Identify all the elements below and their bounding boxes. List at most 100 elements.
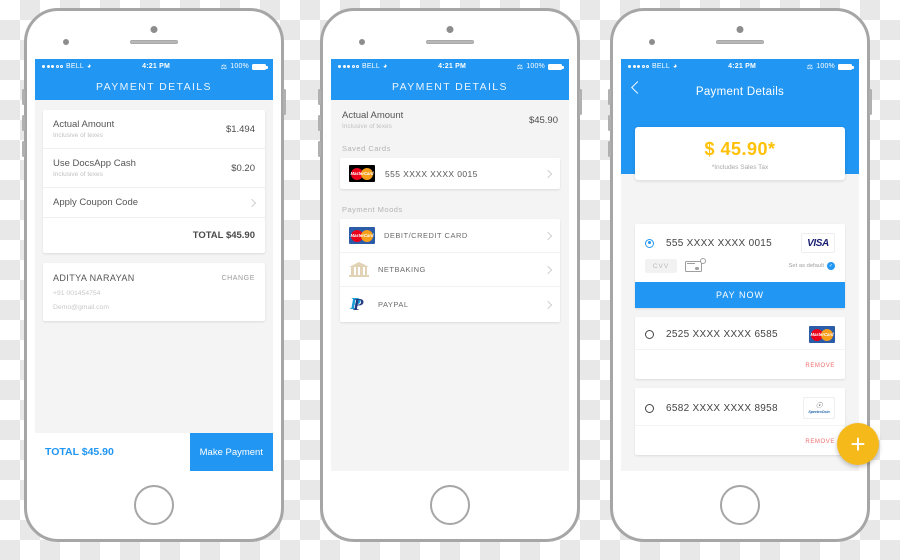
mute-switch[interactable] xyxy=(318,141,321,157)
card-option-mastercard[interactable]: 2525 XXXX XXXX 6585 MasterCard REMOVE xyxy=(635,317,845,379)
carrier-label: BELL xyxy=(652,63,670,70)
cards-list: 555 XXXX XXXX 0015 VISA CVV Set as defau… xyxy=(635,224,845,464)
mute-switch[interactable] xyxy=(22,141,25,157)
amount-summary-card: $ 45.90* *Includes Sales Tax xyxy=(635,127,845,180)
check-icon: ✓ xyxy=(827,262,835,270)
radio-unselected-icon[interactable] xyxy=(645,330,654,339)
canvas: BELL ◕ 4:21 PM ⚖ 100% PAYMENT DETAILS Ac… xyxy=(0,0,900,560)
card-option-spectrocoin[interactable]: 6582 XXXX XXXX 8958 ☉ SpectroCoin REMOVE xyxy=(635,388,845,455)
user-info-card: ADITYA NARAYAN CHANGE +91 001454754 Demo… xyxy=(43,263,265,321)
summary-sublabel: Inclusive of texes xyxy=(53,132,103,139)
summary-label: Use DocsApp Cash xyxy=(53,158,136,169)
change-user-button[interactable]: CHANGE xyxy=(221,275,255,282)
card-help-icon[interactable] xyxy=(685,257,706,273)
remove-card-button[interactable]: REMOVE xyxy=(805,363,835,369)
home-button[interactable] xyxy=(430,485,470,525)
volume-down-button[interactable] xyxy=(318,115,321,131)
pay-now-button[interactable]: PAY NOW xyxy=(635,282,845,308)
signal-strength-icon xyxy=(338,65,359,68)
remove-card-button[interactable]: REMOVE xyxy=(805,439,835,445)
payment-moods-heading: Payment Moods xyxy=(342,205,403,214)
payment-mood-debit-credit-card[interactable]: MasterCard DEBIT/CREDIT CARD xyxy=(340,219,560,253)
total-amount: $ 45.90* xyxy=(704,139,776,159)
status-bar-1: BELL ◕ 4:21 PM ⚖ 100% xyxy=(35,59,273,74)
saved-card-row[interactable]: MasterCard 555 XXXX XXXX 0015 xyxy=(340,158,560,189)
front-camera-icon xyxy=(446,26,454,33)
mastercard-icon: MasterCard xyxy=(349,227,375,244)
actual-amount-row: Actual Amount Inclusive of texes $45.90 xyxy=(340,108,560,138)
screen-2: BELL ◕ 4:21 PM ⚖ 100% PAYMENT DETAILS Ac… xyxy=(331,59,569,471)
earpiece-speaker xyxy=(716,40,764,44)
paypal-icon: PP xyxy=(350,294,364,314)
signal-strength-icon xyxy=(628,65,649,68)
mastercard-icon: MasterCard xyxy=(809,326,835,343)
summary-sublabel: Inclusive of texes xyxy=(53,171,103,178)
chevron-right-icon xyxy=(543,265,553,274)
card-number: 6582 XXXX XXXX 8958 xyxy=(666,402,778,414)
summary-total: TOTAL $45.90 xyxy=(192,230,255,241)
proximity-sensor-icon xyxy=(649,39,655,45)
radio-unselected-icon[interactable] xyxy=(645,403,654,413)
volume-down-button[interactable] xyxy=(22,115,25,131)
saved-cards-card: MasterCard 555 XXXX XXXX 0015 xyxy=(340,158,560,189)
volume-up-button[interactable] xyxy=(22,89,25,105)
status-bar-2: BELL ◕ 4:21 PM ⚖ 100% xyxy=(331,59,569,74)
chevron-right-icon xyxy=(247,198,257,207)
summary-label: Actual Amount xyxy=(53,119,115,130)
make-payment-button[interactable]: Make Payment xyxy=(189,433,273,471)
summary-amount: $1.494 xyxy=(225,123,255,135)
actual-amount-sublabel: Inclusive of texes xyxy=(342,123,392,130)
clock-label: 4:21 PM xyxy=(142,63,171,70)
checkout-footer: TOTAL $45.90 Make Payment xyxy=(35,433,273,471)
cvv-input[interactable]: CVV xyxy=(645,259,677,273)
summary-row-docsapp-cash[interactable]: Use DocsApp Cash Inclusive of texes $0.2… xyxy=(43,149,265,188)
mute-switch[interactable] xyxy=(608,141,611,157)
screen-3: BELL ◕ 4:21 PM ⚖ 100% Payment Details $ … xyxy=(621,59,859,471)
nav-header-2: PAYMENT DETAILS xyxy=(331,74,569,100)
volume-down-button[interactable] xyxy=(608,115,611,131)
apply-coupon-row[interactable]: Apply Coupon Code xyxy=(43,188,265,218)
payment-moods-card: MasterCard DEBIT/CREDIT CARD NETBAKING P… xyxy=(340,219,560,322)
payment-mood-label: PAYPAL xyxy=(378,300,409,309)
home-button[interactable] xyxy=(720,485,760,525)
chevron-right-icon xyxy=(543,231,553,240)
payment-mood-netbanking[interactable]: NETBAKING xyxy=(340,253,560,287)
battery-percent-label: 100% xyxy=(816,63,835,70)
screen-1: BELL ◕ 4:21 PM ⚖ 100% PAYMENT DETAILS Ac… xyxy=(35,59,273,471)
saved-card-number: 555 XXXX XXXX 0015 xyxy=(385,168,478,179)
saved-cards-heading: Saved Cards xyxy=(342,144,391,153)
battery-percent-label: 100% xyxy=(526,63,545,70)
page-title-2: PAYMENT DETAILS xyxy=(392,81,508,93)
phone-mockup-1: BELL ◕ 4:21 PM ⚖ 100% PAYMENT DETAILS Ac… xyxy=(22,8,286,542)
power-button[interactable] xyxy=(579,89,582,115)
page-title-1: PAYMENT DETAILS xyxy=(96,81,212,93)
actual-amount-label: Actual Amount xyxy=(342,110,404,121)
card-option-selected[interactable]: 555 XXXX XXXX 0015 VISA CVV Set as defau… xyxy=(635,224,845,308)
volume-up-button[interactable] xyxy=(318,89,321,105)
chevron-right-icon xyxy=(543,300,553,309)
power-button[interactable] xyxy=(869,89,872,115)
bluetooth-icon: ⚖ xyxy=(220,63,228,71)
battery-percent-label: 100% xyxy=(230,63,249,70)
power-button[interactable] xyxy=(283,89,286,115)
front-camera-icon xyxy=(736,26,744,33)
status-bar-3: BELL ◕ 4:21 PM ⚖ 100% xyxy=(621,59,859,74)
bluetooth-icon: ⚖ xyxy=(806,63,814,71)
radio-selected-icon[interactable] xyxy=(645,238,654,248)
carrier-label: BELL xyxy=(66,63,84,70)
summary-row-actual-amount[interactable]: Actual Amount Inclusive of texes $1.494 xyxy=(43,110,265,149)
payment-mood-paypal[interactable]: PP PAYPAL xyxy=(340,287,560,322)
earpiece-speaker xyxy=(130,40,178,44)
card-number: 2525 XXXX XXXX 6585 xyxy=(666,329,778,340)
clock-label: 4:21 PM xyxy=(438,63,467,70)
set-as-default-toggle[interactable]: Set as default ✓ xyxy=(789,262,835,270)
card-number: 555 XXXX XXXX 0015 xyxy=(666,237,773,249)
spectrocoin-label: SpectroCoin xyxy=(808,410,830,414)
bank-icon xyxy=(349,261,369,278)
page-title-3: Payment Details xyxy=(695,86,785,98)
add-card-fab-button[interactable]: + xyxy=(837,423,879,465)
home-button[interactable] xyxy=(134,485,174,525)
volume-up-button[interactable] xyxy=(608,89,611,105)
payment-mood-label: DEBIT/CREDIT CARD xyxy=(384,231,468,240)
visa-icon: VISA xyxy=(801,233,835,253)
